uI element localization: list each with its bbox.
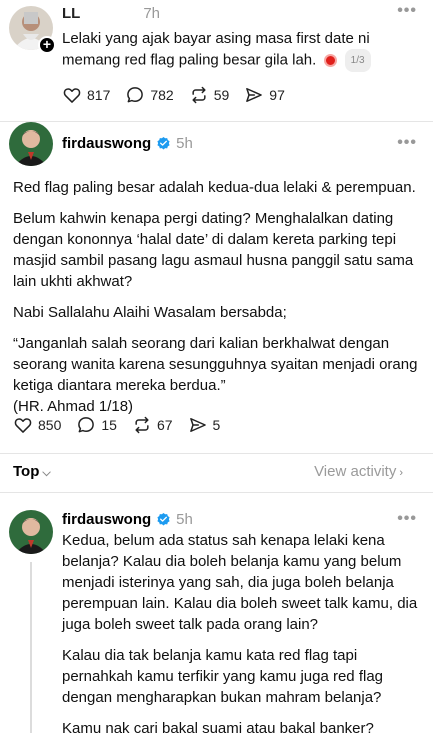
paragraph: Kamu nak cari bakal suami atau bakal ban… bbox=[62, 720, 374, 733]
repost-count: 67 bbox=[156, 417, 173, 433]
red-circle-emoji-icon bbox=[323, 54, 337, 67]
repost-icon bbox=[192, 86, 206, 104]
heart-icon bbox=[14, 418, 32, 433]
more-options-icon[interactable]: ••• bbox=[397, 134, 417, 152]
paragraph: Kedua, belum ada status sah kenapa lelak… bbox=[62, 532, 418, 633]
avatar-firdauswong[interactable] bbox=[9, 122, 53, 166]
username[interactable]: firdauswong bbox=[62, 135, 151, 152]
repost-icon bbox=[135, 416, 149, 434]
comment-button[interactable]: 782 bbox=[125, 85, 174, 105]
post-header-top: LL 7h bbox=[62, 2, 160, 24]
reply-text: Kedua, belum ada status sah kenapa lelak… bbox=[62, 530, 424, 733]
view-activity-link[interactable]: View activity › bbox=[314, 463, 403, 480]
like-count: 850 bbox=[38, 417, 62, 433]
send-icon bbox=[246, 88, 263, 102]
follow-plus-icon[interactable]: + bbox=[38, 36, 56, 54]
divider bbox=[0, 121, 433, 122]
repost-button[interactable]: 59 bbox=[189, 85, 230, 105]
post-header-main: firdauswong 5h bbox=[62, 132, 193, 154]
comment-count: 782 bbox=[150, 87, 174, 103]
like-count: 817 bbox=[87, 87, 111, 103]
verified-badge-icon bbox=[157, 512, 170, 525]
username[interactable]: LL bbox=[62, 5, 80, 22]
more-options-icon[interactable]: ••• bbox=[397, 2, 417, 20]
sort-label: Top bbox=[13, 463, 40, 480]
paragraph: Red flag paling besar adalah kedua-dua l… bbox=[13, 179, 416, 196]
verified-badge-icon bbox=[157, 136, 170, 149]
timestamp: 7h bbox=[143, 4, 161, 22]
repost-count: 59 bbox=[213, 87, 230, 103]
reply-sort-bar: Top ⌵ View activity › bbox=[0, 455, 433, 491]
share-count: 5 bbox=[212, 417, 221, 433]
more-options-icon[interactable]: ••• bbox=[397, 510, 417, 528]
heart-icon bbox=[63, 88, 81, 103]
avatar-firdauswong[interactable] bbox=[9, 510, 53, 554]
like-button[interactable]: 850 bbox=[13, 415, 61, 435]
paragraph: Kalau dia tak belanja kamu kata red flag… bbox=[62, 647, 384, 706]
action-bar-main: 850 15 67 5 bbox=[13, 415, 235, 435]
timestamp: 5h bbox=[176, 134, 193, 152]
comment-button[interactable]: 15 bbox=[76, 415, 117, 435]
comment-icon bbox=[78, 417, 95, 433]
chevron-down-icon: ⌵ bbox=[42, 467, 51, 479]
paragraph: Nabi Sallalahu Alaihi Wasalam bersabda; bbox=[13, 304, 287, 321]
divider bbox=[0, 453, 433, 454]
view-activity-label: View activity bbox=[314, 463, 397, 480]
like-button[interactable]: 817 bbox=[62, 85, 110, 105]
sort-dropdown[interactable]: Top ⌵ bbox=[13, 463, 51, 480]
username[interactable]: firdauswong bbox=[62, 511, 151, 528]
comment-count: 15 bbox=[101, 417, 117, 433]
thread-counter: 1/3 bbox=[344, 49, 371, 72]
post-text-main: Red flag paling besar adalah kedua-dua l… bbox=[13, 177, 423, 427]
action-bar-top: 817 782 59 97 bbox=[62, 85, 300, 105]
share-count: 97 bbox=[269, 87, 285, 103]
share-button[interactable]: 97 bbox=[244, 85, 285, 105]
repost-button[interactable]: 67 bbox=[132, 415, 173, 435]
chevron-right-icon: › bbox=[399, 467, 403, 479]
divider bbox=[0, 492, 433, 493]
paragraph: Belum kahwin kenapa pergi dating? Mengha… bbox=[13, 210, 414, 290]
post-text-top: Lelaki yang ajak bayar asing masa first … bbox=[62, 28, 422, 72]
paragraph: “Janganlah salah seorang dari kalian ber… bbox=[13, 335, 418, 394]
paragraph: (HR. Ahmad 1/18) bbox=[13, 398, 134, 415]
reply-header: firdauswong 5h bbox=[62, 508, 193, 530]
thread-line bbox=[30, 562, 32, 733]
send-icon bbox=[189, 418, 206, 432]
timestamp: 5h bbox=[176, 510, 193, 528]
share-button[interactable]: 5 bbox=[188, 415, 221, 435]
comment-icon bbox=[127, 87, 144, 103]
